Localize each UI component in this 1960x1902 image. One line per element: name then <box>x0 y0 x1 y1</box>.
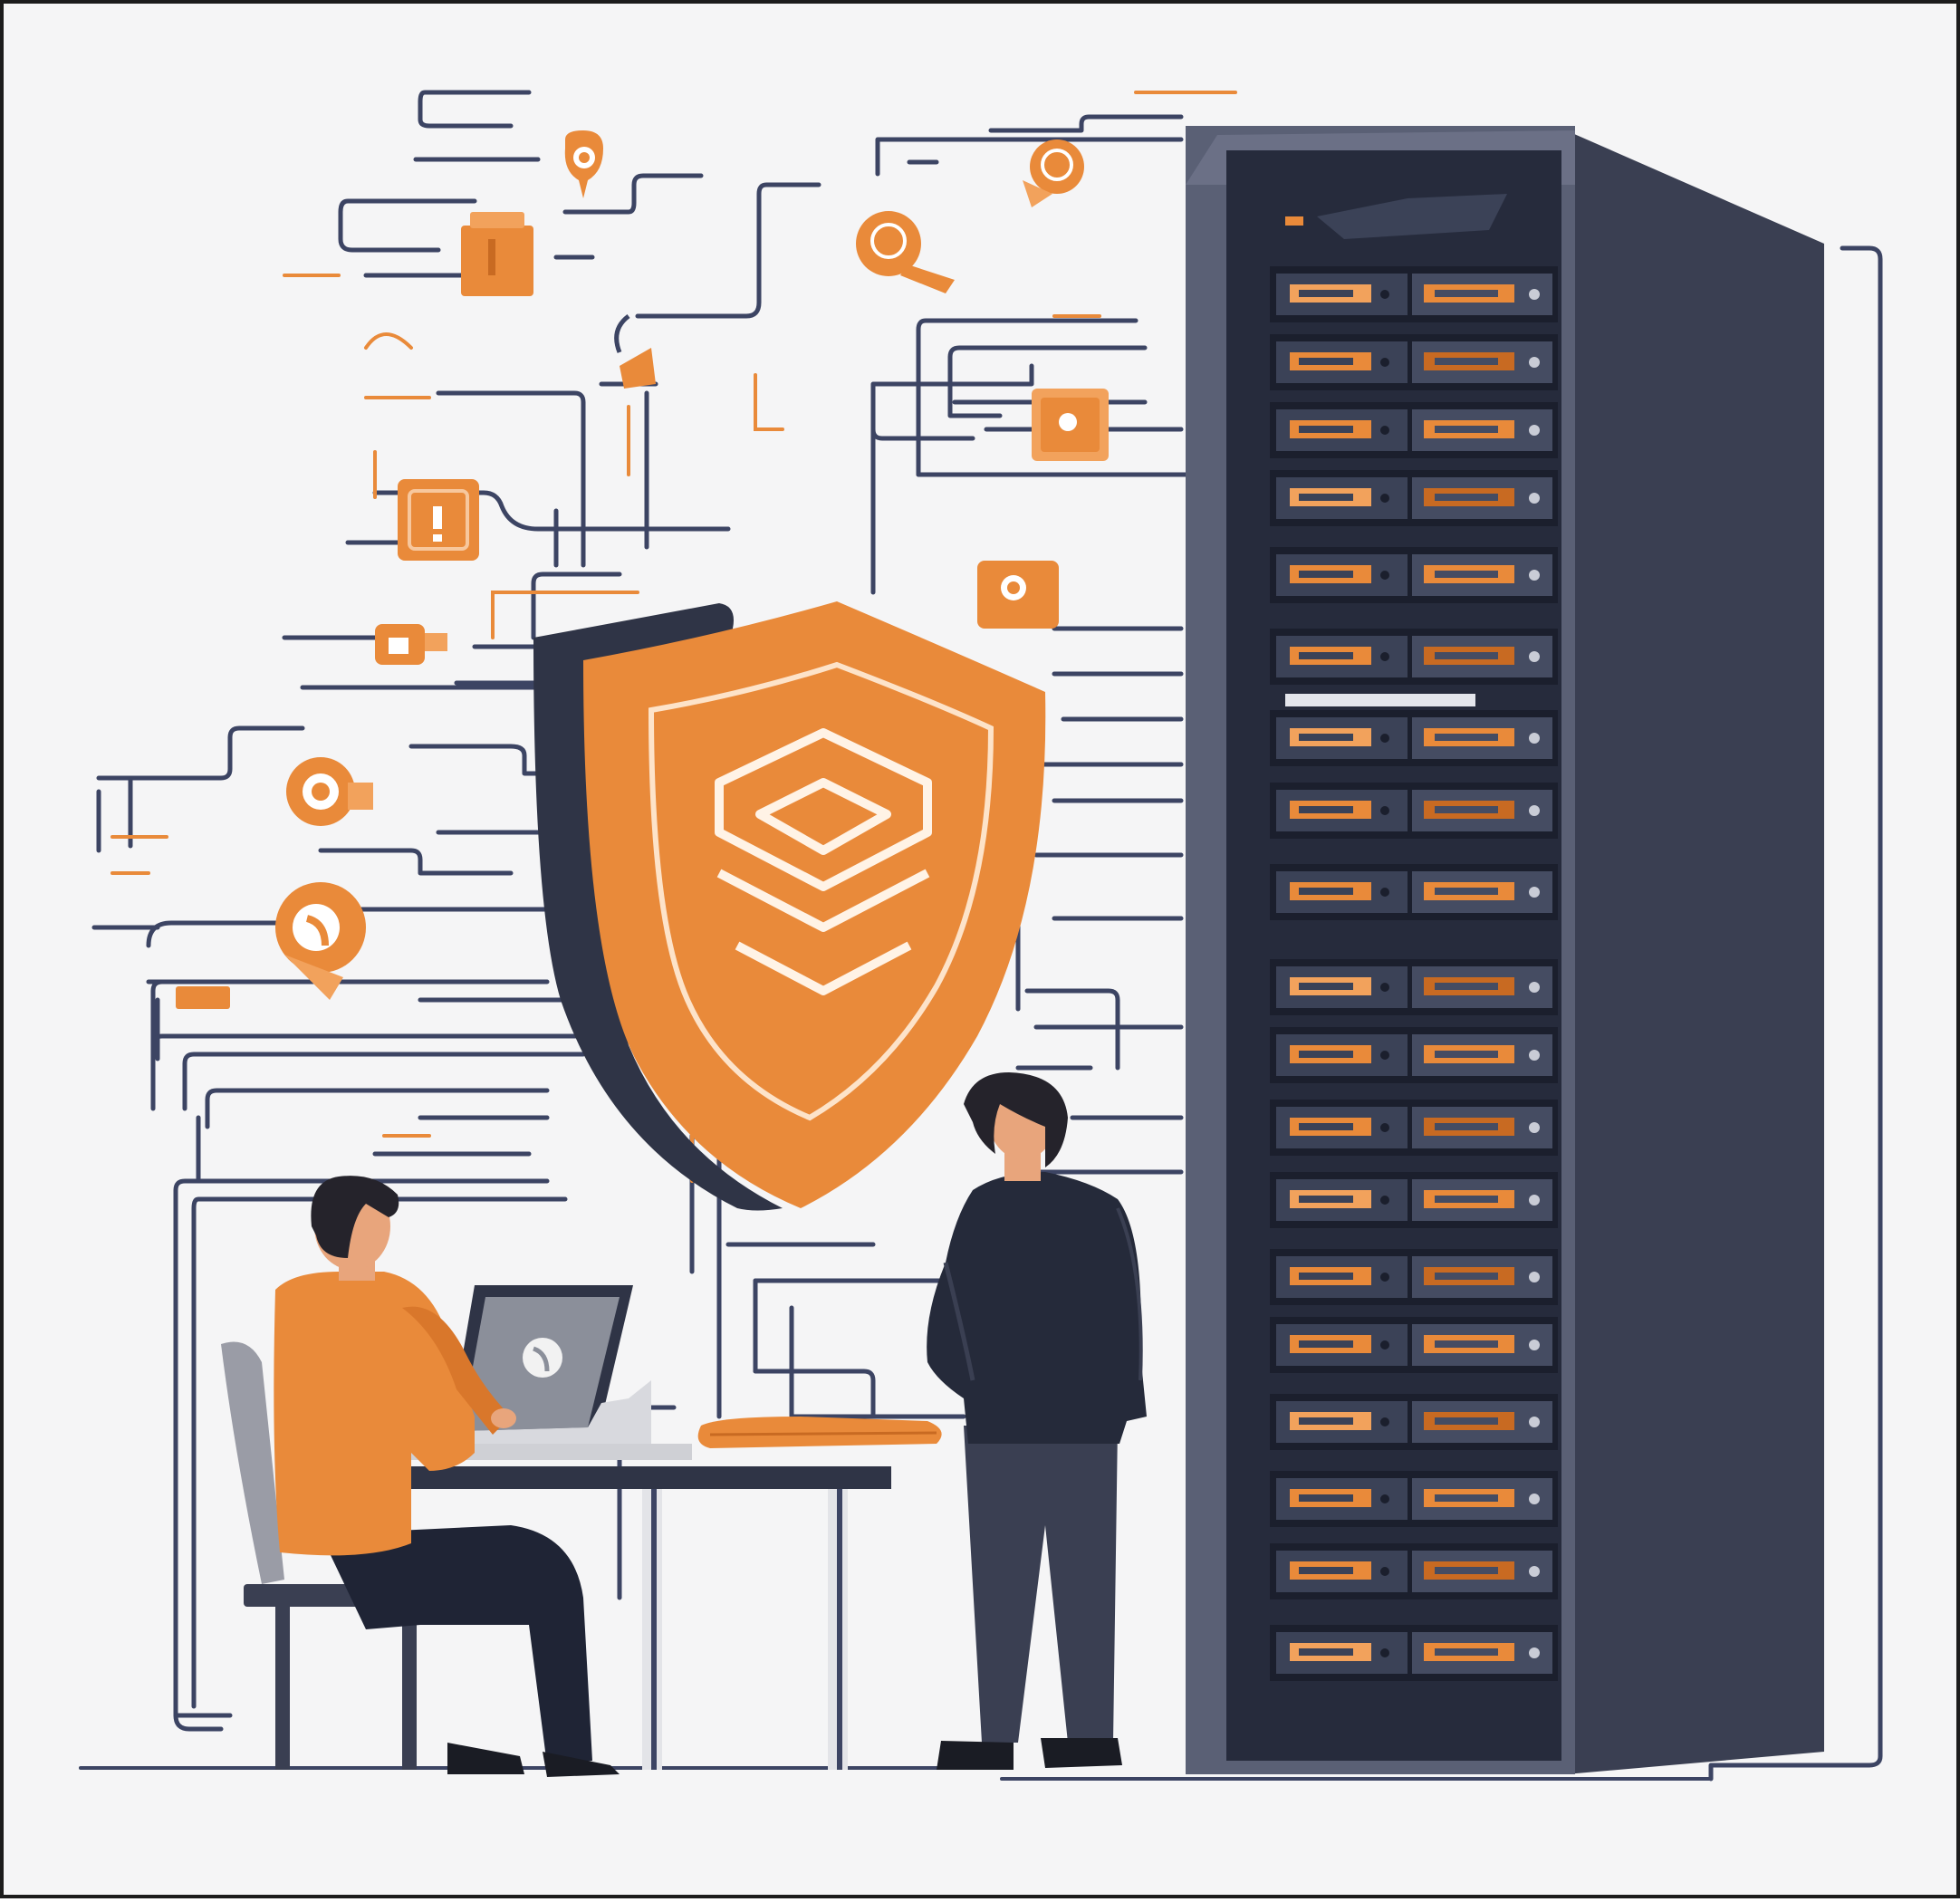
server-unit <box>1270 1394 1558 1450</box>
server-unit <box>1270 864 1558 920</box>
document-stack <box>697 1417 942 1448</box>
server-unit <box>1270 1100 1558 1156</box>
folder-icon <box>176 986 230 1009</box>
server-unit <box>1270 266 1558 322</box>
security-shield <box>533 601 1046 1211</box>
illustration-canvas <box>79 90 1883 1782</box>
target-icon <box>977 561 1059 629</box>
standing-person <box>927 1072 1147 1770</box>
gear-icon <box>286 757 373 826</box>
folder-icon <box>461 212 533 296</box>
server-unit <box>1270 1317 1558 1373</box>
gear-icon <box>1032 389 1109 461</box>
lock-icon <box>564 130 603 198</box>
server-unit <box>1270 959 1558 1015</box>
server-unit <box>1270 1471 1558 1527</box>
server-unit <box>1270 783 1558 839</box>
server-unit <box>1270 1027 1558 1083</box>
camera-icon <box>856 211 955 293</box>
chat-icon <box>1023 139 1084 207</box>
key-icon <box>614 314 656 389</box>
server-unit <box>1270 1543 1558 1599</box>
server-unit <box>1270 547 1558 603</box>
alert-icon <box>398 479 479 561</box>
illustration-frame <box>0 0 1960 1898</box>
server-unit <box>1270 710 1558 766</box>
server-unit <box>1270 1625 1558 1681</box>
server-unit <box>1270 629 1558 685</box>
server-unit <box>1270 1249 1558 1305</box>
server-unit <box>1270 334 1558 390</box>
cloud-icon <box>375 624 447 665</box>
server-unit <box>1270 1172 1558 1228</box>
rack-label-strip <box>1285 694 1475 706</box>
server-unit <box>1270 470 1558 526</box>
server-unit <box>1270 402 1558 458</box>
